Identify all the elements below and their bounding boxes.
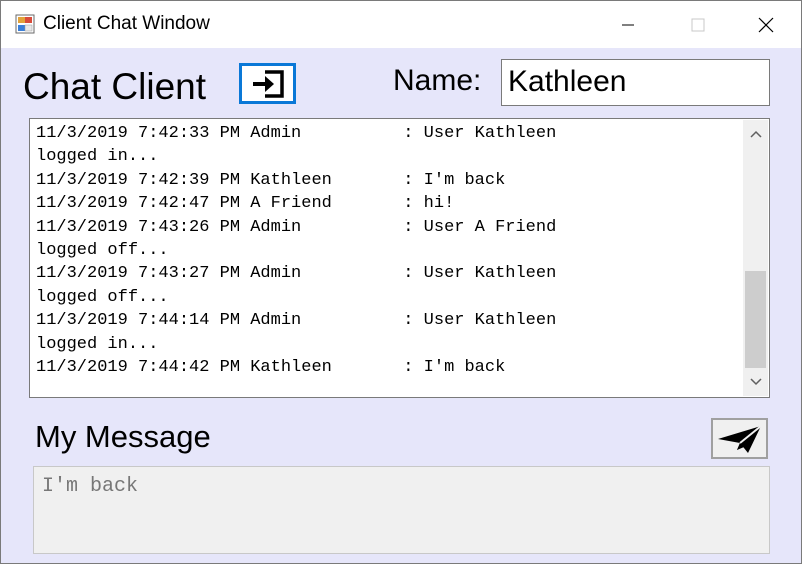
name-label: Name: — [393, 64, 482, 97]
chat-log-line: logged off... — [36, 287, 169, 307]
chat-log-line: logged off... — [36, 240, 169, 260]
paper-plane-icon — [717, 424, 762, 453]
sign-in-icon — [252, 69, 284, 98]
chat-log-line: logged in... — [36, 147, 159, 167]
scroll-up-button[interactable] — [743, 120, 768, 148]
chat-log-line: 11/3/2019 7:44:42 PM Kathleen : I'm back — [36, 357, 506, 377]
login-button[interactable] — [239, 63, 296, 104]
close-icon — [758, 17, 774, 32]
app-icon — [15, 14, 35, 34]
chat-window: Client Chat Window Chat Client Name: Kat… — [0, 0, 802, 564]
chat-log-line: 11/3/2019 7:42:33 PM Admin : User Kathle… — [36, 124, 557, 143]
message-input[interactable]: I'm back — [33, 466, 770, 554]
send-button[interactable] — [711, 418, 768, 459]
my-message-label: My Message — [35, 419, 211, 454]
chat-log-line: 11/3/2019 7:42:47 PM A Friend : hi! — [36, 194, 455, 214]
chat-log-line: 11/3/2019 7:42:39 PM Kathleen : I'm back — [36, 170, 506, 190]
window-title: Client Chat Window — [43, 13, 210, 34]
page-title: Chat Client — [23, 66, 207, 107]
chat-log-scrollbar[interactable] — [743, 120, 768, 396]
chat-log-line: logged in... — [36, 334, 159, 354]
chat-log-lines: 11/3/2019 7:42:33 PM Admin : User Kathle… — [36, 122, 742, 379]
scrollbar-thumb[interactable] — [745, 271, 766, 368]
scroll-down-button[interactable] — [743, 368, 768, 396]
chat-log-line: 11/3/2019 7:44:14 PM Admin : User Kathle… — [36, 311, 557, 331]
chat-log-line: 11/3/2019 7:43:26 PM Admin : User A Frie… — [36, 217, 557, 237]
name-input[interactable]: Kathleen — [501, 59, 770, 106]
chevron-down-icon — [749, 378, 762, 386]
chat-log[interactable]: 11/3/2019 7:42:33 PM Admin : User Kathle… — [29, 118, 770, 398]
maximize-button[interactable] — [663, 1, 733, 48]
title-bar[interactable]: Client Chat Window — [1, 1, 801, 48]
chat-log-line: 11/3/2019 7:43:27 PM Admin : User Kathle… — [36, 264, 557, 284]
maximize-icon — [691, 18, 705, 31]
close-button[interactable] — [731, 1, 801, 48]
minimize-icon — [622, 24, 634, 25]
chevron-up-icon — [749, 130, 762, 138]
minimize-button[interactable] — [593, 1, 663, 48]
